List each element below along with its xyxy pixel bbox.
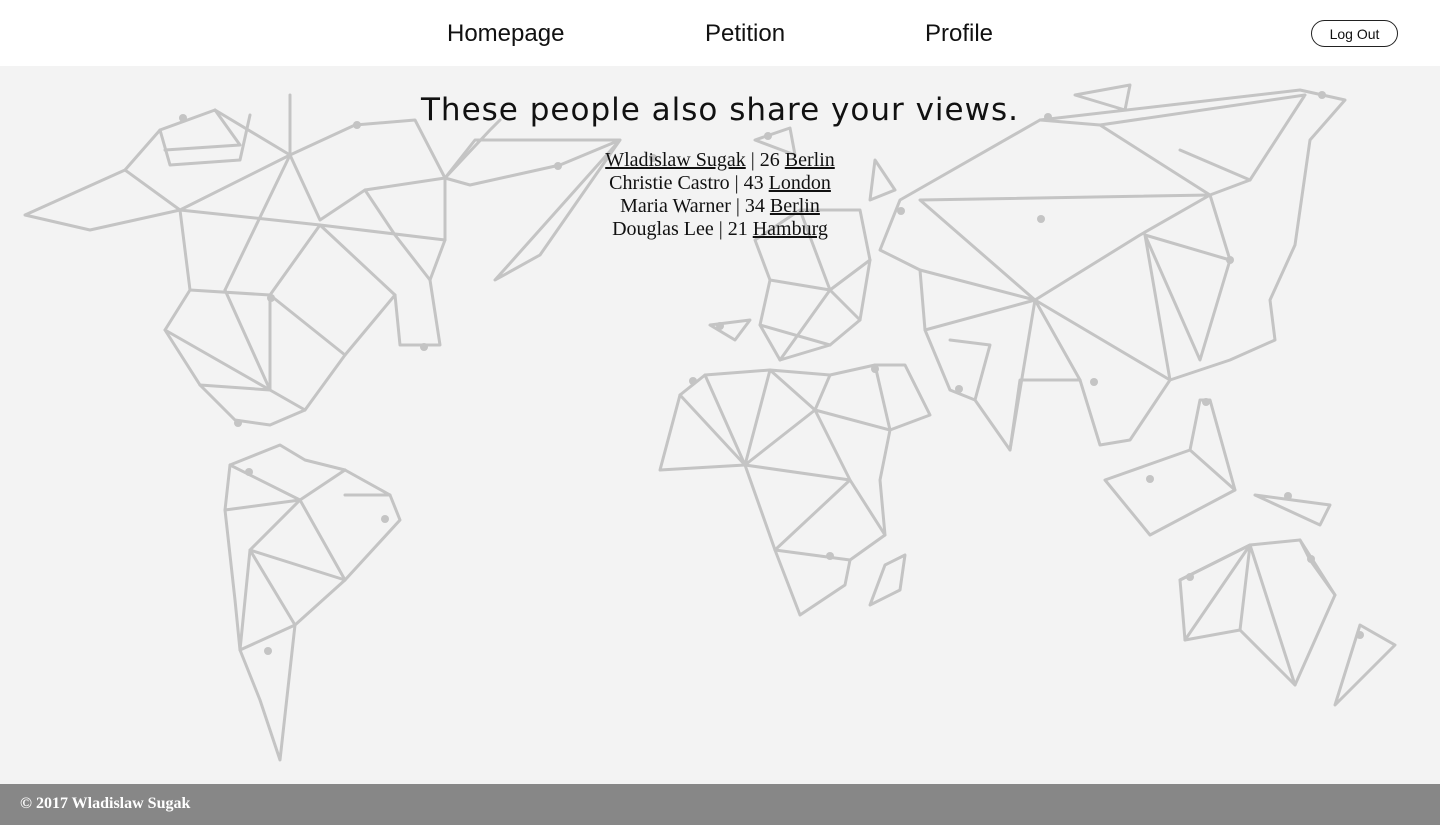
signer-row: Wladislaw Sugak | 26 Berlin xyxy=(605,149,835,171)
nav-petition-link[interactable]: Petition xyxy=(705,18,785,50)
signer-city-link[interactable]: Berlin xyxy=(770,195,820,217)
signer-name: Christie Castro xyxy=(609,172,730,194)
signer-name: Douglas Lee xyxy=(612,218,714,240)
signer-age: 26 xyxy=(759,149,780,171)
signer-age: 34 xyxy=(744,195,765,217)
signer-city-link[interactable]: Hamburg xyxy=(753,218,828,240)
page-footer: © 2017 Wladislaw Sugak xyxy=(0,784,1440,825)
signer-row: Douglas Lee | 21 Hamburg xyxy=(612,218,828,240)
nav-homepage-link[interactable]: Homepage xyxy=(447,18,564,50)
page-heading: These people also share your views. xyxy=(421,92,1019,128)
signers-list: Wladislaw Sugak | 26 Berlin Christie Cas… xyxy=(0,149,1440,241)
signer-age: 21 xyxy=(727,218,748,240)
signer-city-link[interactable]: London xyxy=(769,172,831,194)
logout-button[interactable]: Log Out xyxy=(1311,20,1398,47)
signer-row: Christie Castro | 43 London xyxy=(609,172,831,194)
signer-city-link[interactable]: Berlin xyxy=(785,149,835,171)
nav-profile-link[interactable]: Profile xyxy=(925,18,993,50)
main-content: These people also share your views. Wlad… xyxy=(0,66,1440,241)
signer-name-link[interactable]: Wladislaw Sugak xyxy=(605,149,746,171)
signer-name: Maria Warner xyxy=(620,195,731,217)
top-navbar: Homepage Petition Profile Log Out xyxy=(0,0,1440,66)
signer-row: Maria Warner | 34 Berlin xyxy=(620,195,820,217)
copyright-text: © 2017 Wladislaw Sugak xyxy=(20,795,191,812)
signer-age: 43 xyxy=(743,172,764,194)
